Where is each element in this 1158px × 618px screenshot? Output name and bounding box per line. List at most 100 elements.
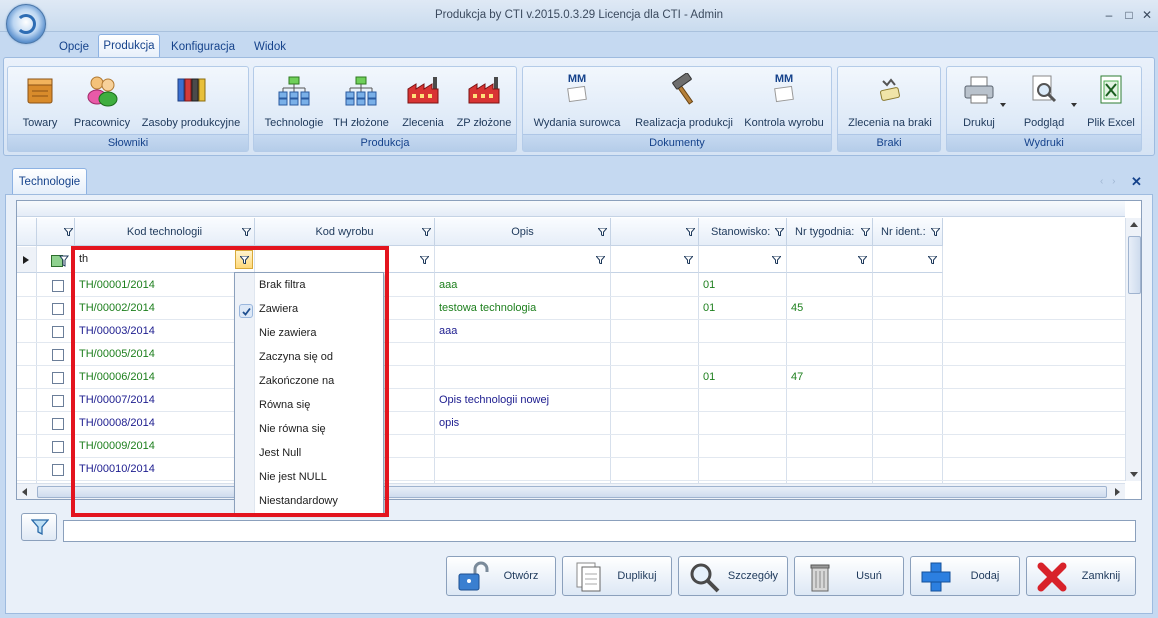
row-checkbox[interactable] (52, 395, 64, 407)
wydania-surowca-button[interactable]: MM Wydania surowca (527, 69, 627, 135)
filter-input-stanowisko[interactable] (699, 247, 787, 273)
row-checkbox[interactable] (52, 326, 64, 338)
filter-input-opis[interactable] (435, 247, 611, 273)
filter-editor-button[interactable] (21, 513, 57, 541)
filter-funnel-icon[interactable] (422, 228, 431, 236)
kontrola-wyrobu-button[interactable]: MM Kontrola wyrobu (739, 69, 829, 135)
zp-zlozone-button[interactable]: ZP złożone (452, 69, 516, 135)
technologie-button[interactable]: Technologie (258, 69, 330, 135)
pracownicy-button[interactable]: Pracownicy (70, 69, 134, 135)
menu-item-niestandardowy[interactable]: Niestandardowy (259, 489, 338, 513)
filter-input-nr-tygodnia[interactable] (787, 247, 873, 273)
header-opis[interactable]: Opis (435, 218, 611, 246)
row-checkbox[interactable] (52, 280, 64, 292)
filter-input-blank[interactable] (611, 247, 699, 273)
drukuj-button[interactable]: Drukuj (949, 69, 1009, 135)
zlecenia-button[interactable]: Zlecenia (394, 69, 452, 135)
row-checkbox[interactable] (52, 464, 64, 476)
filter-funnel-icon[interactable] (775, 228, 784, 236)
checkbox-filter-icon[interactable] (51, 255, 69, 267)
filter-input-nr-ident[interactable] (873, 247, 943, 273)
menu-item-zaczyna-sie-od[interactable]: Zaczyna się od (259, 345, 333, 369)
menu-item-rowna-sie[interactable]: Równa się (259, 393, 310, 417)
filter-funnel-icon[interactable] (861, 228, 870, 236)
menu-item-nie-jest-null[interactable]: Nie jest NULL (259, 465, 327, 489)
header-nr-tygodnia[interactable]: Nr tygodnia: (787, 218, 873, 246)
horizontal-scrollbar[interactable] (17, 483, 1125, 499)
chevron-down-icon[interactable] (1000, 103, 1006, 107)
duplikuj-button[interactable]: Duplikuj (562, 556, 672, 596)
row-checkbox[interactable] (52, 349, 64, 361)
header-select[interactable] (37, 218, 75, 246)
menu-item-jest-null[interactable]: Jest Null (259, 441, 301, 465)
header-kod-technologii[interactable]: Kod technologii (75, 218, 255, 246)
row-checkbox[interactable] (52, 418, 64, 430)
header-stanowisko[interactable]: Stanowisko: (699, 218, 787, 246)
table-row[interactable]: TH/00001/2014 aaa 01 (17, 274, 1125, 297)
filter-funnel-icon[interactable] (931, 228, 940, 236)
dodaj-button[interactable]: Dodaj (910, 556, 1020, 596)
realizacja-produkcji-button[interactable]: Realizacja produkcji (629, 69, 739, 135)
tab-technologie[interactable]: Technologie (12, 168, 87, 195)
zlecenia-na-braki-button[interactable]: Zlecenia na braki (840, 69, 940, 135)
scroll-left-icon[interactable] (22, 488, 27, 496)
menu-item-nie-zawiera[interactable]: Nie zawiera (259, 321, 316, 345)
header-kod-wyrobu[interactable]: Kod wyrobu (255, 218, 435, 246)
table-row[interactable]: TH/00003/2014 aaa (17, 320, 1125, 343)
th-zlozone-button[interactable]: TH złożone (330, 69, 392, 135)
table-row[interactable]: TH/00008/2014 opis (17, 412, 1125, 435)
vertical-scroll-thumb[interactable] (1128, 236, 1141, 294)
table-row[interactable]: TH/00007/2014 Opis technologii nowej (17, 389, 1125, 412)
podglad-button[interactable]: Podgląd (1013, 69, 1077, 135)
table-row[interactable]: TH/00006/2014 01 47 (17, 366, 1125, 389)
filter-expression-field[interactable] (63, 520, 1136, 542)
zasoby-produkcyjne-button[interactable]: Zasoby produkcyjne (136, 69, 246, 135)
row-checkbox[interactable] (52, 303, 64, 315)
menu-item-zawiera[interactable]: Zawiera (259, 297, 298, 321)
table-row[interactable]: TH/00010/2014 (17, 458, 1125, 481)
zamknij-button[interactable]: Zamknij (1026, 556, 1136, 596)
menu-item-brak-filtra[interactable]: Brak filtra (259, 273, 305, 297)
szczegoly-button[interactable]: Szczegóły (678, 556, 788, 596)
menu-item-nie-rowna-sie[interactable]: Nie równa się (259, 417, 326, 441)
scroll-down-icon[interactable] (1130, 472, 1138, 477)
table-row[interactable]: TH/00009/2014 (17, 435, 1125, 458)
filter-funnel-icon[interactable] (242, 228, 251, 236)
filter-funnel-icon[interactable] (598, 228, 607, 236)
tab-scroll-arrows[interactable]: ‹ › (1100, 176, 1118, 187)
otworz-button[interactable]: Otwórz (446, 556, 556, 596)
chevron-down-icon[interactable] (1071, 103, 1077, 107)
row-checkbox[interactable] (52, 372, 64, 384)
horizontal-scroll-thumb[interactable] (37, 486, 1107, 498)
filter-operator-button[interactable] (235, 250, 253, 269)
filter-funnel-icon[interactable] (596, 256, 605, 264)
scroll-up-icon[interactable] (1130, 222, 1138, 227)
close-window-button[interactable]: ✕ (1136, 6, 1158, 24)
header-nr-ident[interactable]: Nr ident.: (873, 218, 943, 246)
filter-funnel-icon[interactable] (772, 256, 781, 264)
scroll-right-icon[interactable] (1115, 488, 1120, 496)
menu-item-zakonczone-na[interactable]: Zakończone na (259, 369, 334, 393)
filter-funnel-icon[interactable] (684, 256, 693, 264)
filter-input-kod-wyrobu[interactable] (255, 247, 435, 273)
minimize-button[interactable]: – (1098, 6, 1120, 24)
filter-input-kod-technologii[interactable]: th (75, 247, 255, 273)
usun-button[interactable]: Usuń (794, 556, 904, 596)
app-menu-orb-icon[interactable] (6, 4, 46, 44)
filter-cell-select[interactable] (37, 247, 75, 273)
ribbon-group-label-produkcja: Produkcja (254, 134, 516, 151)
table-row[interactable]: TH/00002/2014 testowa technologia 01 45 (17, 297, 1125, 320)
plik-excel-button[interactable]: Plik Excel (1081, 69, 1141, 135)
filter-funnel-icon[interactable] (928, 256, 937, 264)
row-checkbox[interactable] (52, 441, 64, 453)
filter-funnel-icon[interactable] (420, 256, 429, 264)
menu-tab-produkcja[interactable]: Produkcja (98, 34, 160, 58)
table-row[interactable]: TH/00005/2014 (17, 343, 1125, 366)
towary-button[interactable]: Towary (10, 69, 70, 135)
close-tab-icon[interactable]: ✕ (1131, 174, 1142, 190)
header-blank[interactable] (611, 218, 699, 246)
filter-funnel-icon[interactable] (858, 256, 867, 264)
filter-funnel-icon[interactable] (686, 228, 695, 236)
filter-funnel-icon[interactable] (64, 228, 73, 236)
vertical-scrollbar[interactable] (1125, 218, 1141, 481)
